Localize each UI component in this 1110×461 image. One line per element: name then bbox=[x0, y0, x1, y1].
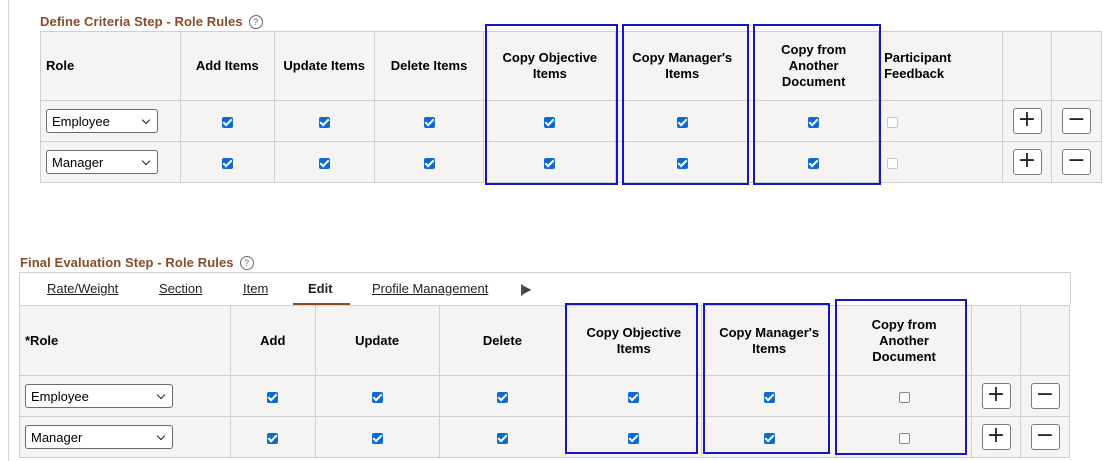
add-row-button[interactable]: + bbox=[1012, 149, 1042, 175]
role-select[interactable]: Employee bbox=[25, 384, 173, 408]
tab-profile-management[interactable]: Profile Management bbox=[372, 281, 488, 296]
add-items-checkbox[interactable] bbox=[221, 157, 233, 169]
col-header-delete: Delete bbox=[438, 305, 567, 376]
col-header-add-items: Add Items bbox=[179, 31, 275, 101]
chevron-down-icon bbox=[141, 156, 151, 166]
table-header-row: Role Add Items Update Items Delete Items… bbox=[40, 31, 1103, 101]
col-header-update-items: Update Items bbox=[273, 31, 375, 101]
tab-label: Item bbox=[243, 281, 269, 296]
delete-items-checkbox[interactable] bbox=[423, 157, 435, 169]
add-checkbox[interactable] bbox=[267, 391, 279, 403]
col-header-remove-row bbox=[1020, 305, 1070, 376]
update-items-checkbox[interactable] bbox=[318, 157, 330, 169]
role-select[interactable]: Manager bbox=[25, 425, 173, 449]
col-header-copy-objective-items: Copy Objective Items bbox=[483, 31, 617, 101]
table-row: Employee + − bbox=[40, 100, 1103, 142]
tab-label: Section bbox=[159, 281, 203, 296]
role-select-value: Manager bbox=[31, 430, 83, 445]
table-header-row: *Role Add Update Delete Copy Objective I… bbox=[19, 305, 1070, 376]
col-header-add: Add bbox=[229, 305, 316, 376]
remove-row-button[interactable]: − bbox=[1030, 383, 1060, 409]
copy-managers-items-checkbox[interactable] bbox=[763, 391, 775, 403]
copy-objective-items-checkbox[interactable] bbox=[628, 432, 640, 444]
copy-from-another-document-checkbox[interactable] bbox=[808, 157, 820, 169]
col-header-copy-managers-items: Copy Manager's Items bbox=[615, 31, 750, 101]
add-row-button[interactable]: + bbox=[981, 424, 1011, 450]
section-title-text: Final Evaluation Step - Role Rules bbox=[20, 255, 234, 270]
tab-bar: Rate/Weight Section Item Edit Profile Ma… bbox=[19, 272, 1071, 306]
col-header-copy-objective-items: Copy Objective Items bbox=[565, 305, 703, 376]
chevron-down-icon bbox=[156, 390, 166, 400]
update-checkbox[interactable] bbox=[371, 432, 383, 444]
col-header-copy-managers-items: Copy Manager's Items bbox=[701, 305, 838, 376]
tab-section[interactable]: Section bbox=[159, 281, 202, 296]
copy-objective-items-checkbox[interactable] bbox=[544, 116, 556, 128]
tab-item[interactable]: Item bbox=[243, 281, 268, 296]
add-row-button[interactable]: + bbox=[1012, 108, 1042, 134]
table-row: Manager + − bbox=[40, 141, 1103, 183]
section-title-define-criteria: Define Criteria Step - Role Rules? bbox=[40, 14, 263, 29]
final-evaluation-role-rules-table: *Role Add Update Delete Copy Objective I… bbox=[19, 305, 1070, 458]
add-checkbox[interactable] bbox=[267, 432, 279, 444]
tab-rate-weight[interactable]: Rate/Weight bbox=[47, 281, 118, 296]
more-tabs-icon[interactable]: ||▶ bbox=[520, 282, 532, 296]
copy-from-another-document-checkbox[interactable] bbox=[808, 116, 820, 128]
col-header-role: *Role bbox=[19, 305, 231, 376]
participant-feedback-checkbox bbox=[887, 116, 899, 128]
table-row: Employee + − bbox=[19, 375, 1070, 417]
update-checkbox[interactable] bbox=[371, 391, 383, 403]
delete-items-checkbox[interactable] bbox=[423, 116, 435, 128]
add-row-button[interactable]: + bbox=[981, 383, 1011, 409]
copy-from-another-document-checkbox[interactable] bbox=[898, 432, 910, 444]
delete-checkbox[interactable] bbox=[496, 432, 508, 444]
tab-edit[interactable]: Edit bbox=[308, 281, 333, 296]
role-select[interactable]: Employee bbox=[46, 109, 158, 133]
delete-checkbox[interactable] bbox=[496, 391, 508, 403]
col-header-add-row bbox=[971, 305, 1021, 376]
role-select-value: Manager bbox=[52, 155, 104, 170]
copy-objective-items-checkbox[interactable] bbox=[628, 391, 640, 403]
col-header-copy-from-another-document: Copy from Another Document bbox=[836, 305, 973, 376]
copy-managers-items-checkbox[interactable] bbox=[676, 157, 688, 169]
col-header-role: Role bbox=[40, 31, 181, 101]
tab-label: Profile Management bbox=[372, 281, 489, 296]
copy-managers-items-checkbox[interactable] bbox=[763, 432, 775, 444]
participant-feedback-checkbox bbox=[887, 157, 899, 169]
remove-row-button[interactable]: − bbox=[1061, 108, 1091, 134]
chevron-down-icon bbox=[141, 115, 151, 125]
chevron-down-icon bbox=[156, 431, 166, 441]
add-items-checkbox[interactable] bbox=[221, 116, 233, 128]
copy-managers-items-checkbox[interactable] bbox=[676, 116, 688, 128]
col-header-add-row bbox=[1002, 31, 1052, 101]
remove-row-button[interactable]: − bbox=[1061, 149, 1091, 175]
update-items-checkbox[interactable] bbox=[318, 116, 330, 128]
remove-row-button[interactable]: − bbox=[1030, 424, 1060, 450]
role-select-value: Employee bbox=[52, 114, 110, 129]
copy-from-another-document-checkbox[interactable] bbox=[898, 391, 910, 403]
tab-label: Edit bbox=[308, 281, 333, 296]
col-header-copy-from-another-document: Copy from Another Document bbox=[748, 31, 880, 101]
col-header-remove-row bbox=[1050, 31, 1103, 101]
col-header-delete-items: Delete Items bbox=[373, 31, 485, 101]
col-header-participant-feedback: Participant Feedback bbox=[878, 31, 1004, 101]
tab-label: Rate/Weight bbox=[47, 281, 119, 296]
section-title-text: Define Criteria Step - Role Rules bbox=[40, 14, 243, 29]
help-icon[interactable]: ? bbox=[239, 256, 254, 270]
define-criteria-role-rules-table: Role Add Items Update Items Delete Items… bbox=[40, 31, 1103, 183]
col-header-update: Update bbox=[314, 305, 440, 376]
help-icon[interactable]: ? bbox=[248, 15, 263, 29]
role-select[interactable]: Manager bbox=[46, 150, 158, 174]
section-title-final-evaluation: Final Evaluation Step - Role Rules? bbox=[20, 255, 254, 270]
table-row: Manager + − bbox=[19, 416, 1070, 458]
role-select-value: Employee bbox=[31, 389, 89, 404]
left-divider bbox=[8, 0, 9, 461]
copy-objective-items-checkbox[interactable] bbox=[544, 157, 556, 169]
